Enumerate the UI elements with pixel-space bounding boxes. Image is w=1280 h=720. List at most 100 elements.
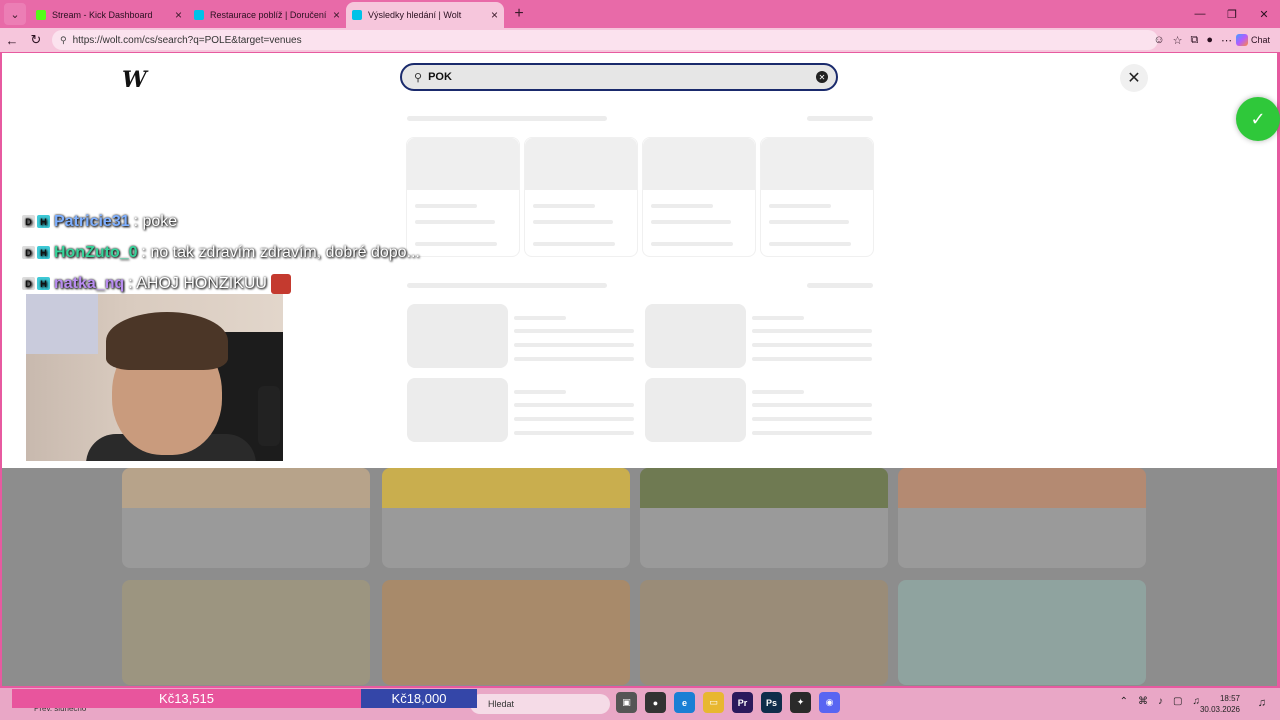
copilot-chat-button[interactable]: Chat [1235,32,1270,48]
search-box[interactable]: ⚲ ✕ [400,63,838,91]
volume-icon[interactable]: ♫ [1193,696,1201,707]
browser-tabstrip: ⌄ Stream - Kick Dashboard × Restaurace p… [0,0,1280,28]
checkmark-icon: ✓ [1236,97,1280,141]
skeleton-item-image [407,378,508,442]
wolt-favicon-icon [352,10,362,20]
skeleton-venue-card [524,137,638,257]
background-food-image [898,580,1146,685]
close-icon: ✕ [1127,70,1141,87]
close-icon[interactable]: × [491,8,498,22]
profile-avatar-icon[interactable]: ● [1206,34,1213,46]
clock-time: 18:57 [1219,694,1240,703]
chat-message: DH HonZuto_0 : no tak zdravím zdravím, d… [22,237,420,268]
skeleton-item-image [645,378,746,442]
tab-label: Restaurace poblíž | Doručení do 30 [210,10,329,20]
toolbar-actions: ☺ ☆ ⧉ ● ⋯ [1153,28,1232,52]
close-search-button[interactable]: ✕ [1120,64,1148,92]
taskbar-clock[interactable]: 18:57 30.03.2026 [1200,693,1240,715]
background-food-image [382,580,630,685]
skeleton-line [514,417,634,421]
notification-bell-icon[interactable]: ♫ [1258,697,1266,709]
background-food-image [640,580,888,685]
skeleton-venue-card [760,137,874,257]
tab-kick-dashboard[interactable]: Stream - Kick Dashboard × [30,2,188,28]
skeleton-line [514,329,634,333]
background-venue-card [898,468,1146,568]
network-icon[interactable]: ⌘ [1138,696,1148,707]
moderator-badge-icon: D [22,277,35,290]
chevron-down-icon: ⌄ [10,8,20,21]
skeleton-item-image [645,304,746,368]
close-window-icon[interactable]: ✕ [1248,0,1280,28]
chat-message: DH Patricie31 : poke [22,206,420,237]
site-info-icon[interactable]: ⚲ [60,35,67,46]
chat-text: : no tak zdravím zdravím, dobré dopo... [141,243,420,261]
skeleton-section-link [807,116,873,121]
skeleton-section-title [407,283,607,288]
background-overlay[interactable] [2,468,1277,686]
skeleton-line [514,316,566,320]
tab-wolt-restaurants[interactable]: Restaurace poblíž | Doručení do 30 × [188,2,346,28]
reload-button[interactable]: ↻ [24,28,48,52]
taskbar-search[interactable]: Hledat [470,694,610,714]
chat-text: : AHOJ HONZIKUU [128,274,267,292]
skeleton-line [514,357,634,361]
minimize-icon[interactable]: — [1184,0,1216,28]
background-venue-card [640,468,888,568]
more-menu-icon[interactable]: ⋯ [1221,34,1232,47]
obs-icon[interactable]: ● [645,692,666,713]
new-tab-button[interactable]: + [508,3,530,25]
clear-search-button[interactable]: ✕ [816,71,828,83]
restore-icon[interactable]: ❐ [1216,0,1248,28]
subscriber-badge-icon: H [37,246,50,259]
subscriber-badge-icon: H [37,215,50,228]
discord-icon[interactable]: ◉ [819,692,840,713]
skeleton-venue-card [406,137,520,257]
tab-actions-menu-button[interactable]: ⌄ [4,3,26,25]
photoshop-icon[interactable]: Ps [761,692,782,713]
moderator-badge-icon: D [22,215,35,228]
system-tray: ⌃ ⌘ ♪ ▢ ♫ [1120,696,1200,707]
premiere-icon[interactable]: Pr [732,692,753,713]
skeleton-line [514,390,566,394]
skeleton-line [752,390,804,394]
donation-goal-blue: Kč18,000 [361,689,477,708]
task-view-icon[interactable]: ▣ [616,692,637,713]
back-button[interactable]: ← [0,28,24,52]
address-bar[interactable]: ⚲ https://wolt.com/cs/search?q=POLE&targ… [52,30,1158,50]
kick-favicon-icon [36,10,46,20]
wolt-favicon-icon [194,10,204,20]
reader-icon[interactable]: ☺ [1153,34,1164,46]
microphone-icon[interactable]: ♪ [1158,696,1163,707]
close-icon[interactable]: × [175,8,182,22]
clock-date: 30.03.2026 [1199,705,1240,714]
extensions-icon[interactable]: ⧉ [1190,34,1198,47]
search-input[interactable] [428,71,809,83]
webcam-feed [26,294,283,461]
chat-username: HonZuto_0 [54,243,138,261]
tab-wolt-search-results[interactable]: Výsledky hledání | Wolt × [346,2,504,28]
davinci-icon[interactable]: ✦ [790,692,811,713]
donation-goal-pink: Kč13,515 [12,689,361,708]
skeleton-item-image [407,304,508,368]
chat-text: : poke [133,212,178,230]
edge-icon[interactable]: e [674,692,695,713]
chat-username: Patricie31 [54,212,130,230]
chat-username: natka_nq [54,274,125,292]
tab-label: Výsledky hledání | Wolt [368,10,462,20]
chat-label: Chat [1250,35,1270,45]
chevron-up-icon[interactable]: ⌃ [1120,696,1128,707]
favorite-star-icon[interactable]: ☆ [1173,34,1183,47]
display-icon[interactable]: ▢ [1173,696,1182,707]
copilot-icon [1235,34,1248,46]
moderator-badge-icon: D [22,246,35,259]
wolt-logo[interactable]: W [122,67,147,93]
taskbar-apps: ▣ ● e ▭ Pr Ps ✦ ◉ [616,692,840,713]
close-icon: ✕ [818,72,826,82]
close-icon[interactable]: × [333,8,340,22]
skeleton-line [752,343,872,347]
search-placeholder: Hledat [488,699,515,709]
file-explorer-icon[interactable]: ▭ [703,692,724,713]
emote-icon [270,273,291,294]
skeleton-line [514,403,634,407]
